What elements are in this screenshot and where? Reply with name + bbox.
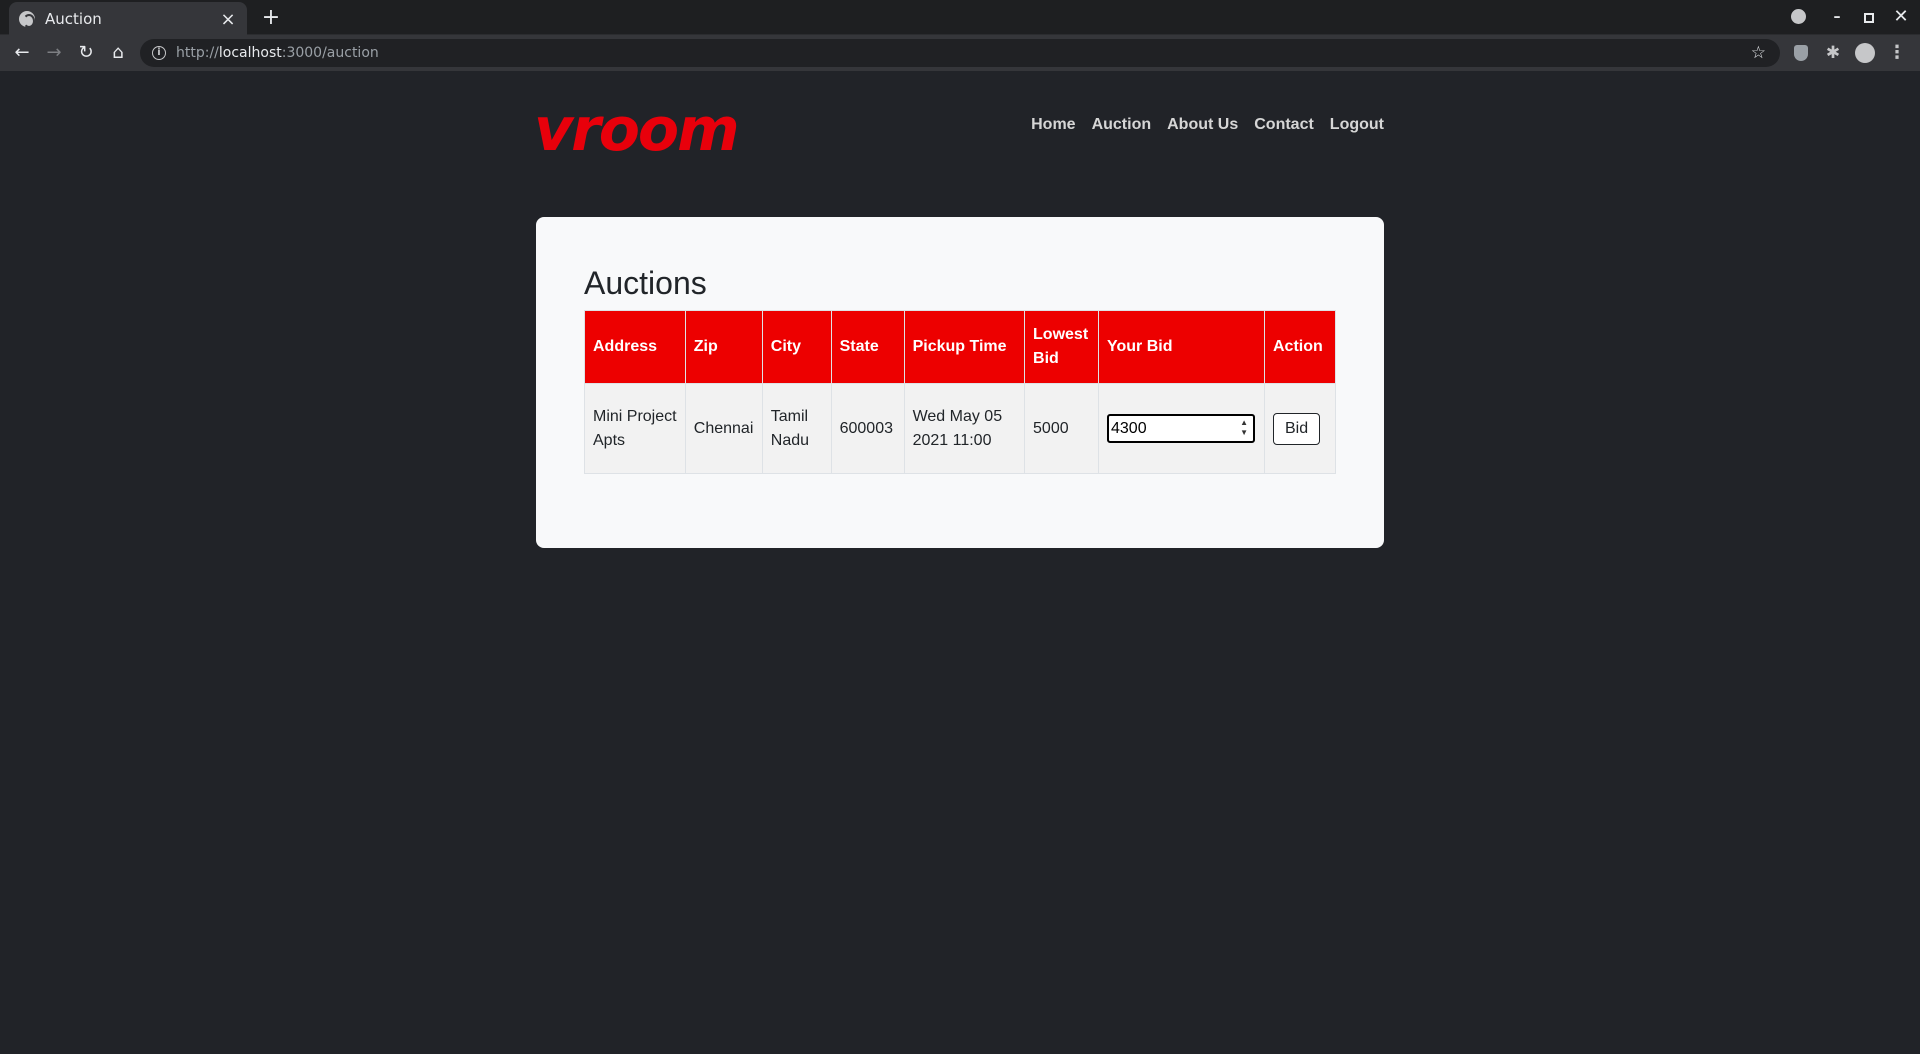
url-host: localhost [218,45,282,61]
bid-amount-value: 4300 [1111,419,1147,437]
nav-link-logout[interactable]: Logout [1330,116,1384,134]
column-header-pickup-time: Pickup Time [903,310,1026,384]
cell-your-bid: 4300 ▲ ▼ [1098,383,1265,474]
window-close-icon[interactable]: ✕ [1889,6,1913,28]
nav-link-home[interactable]: Home [1031,116,1075,134]
table-header-row: Address Zip City State Pickup Time Lowes… [584,310,1337,384]
number-spinner-icon[interactable]: ▲ ▼ [1240,418,1248,438]
nav-link-auction[interactable]: Auction [1092,116,1152,134]
url-path: :3000/auction [281,45,379,61]
home-icon[interactable]: ⌂ [106,41,130,65]
cell-address: Mini Project Apts [584,383,686,474]
browser-toolbar: ← → ↻ ⌂ i http:// localhost :3000/auctio… [0,35,1920,71]
cell-action: Bid [1263,383,1337,474]
tab-title: Auction [45,10,102,28]
bookmark-star-icon[interactable]: ☆ [1751,43,1766,63]
cell-pickup-time: Wed May 05 2021 11:00 [903,383,1026,474]
table-row: Mini Project Apts Chennai Tamil Nadu 600… [584,383,1337,474]
column-header-state: State [830,310,905,384]
browser-tab[interactable]: Auction × [9,2,247,36]
column-header-city: City [761,310,832,384]
extensions-puzzle-icon[interactable]: ✱ [1822,42,1844,64]
tab-search-icon[interactable] [1786,6,1810,28]
bid-button[interactable]: Bid [1272,412,1321,445]
reload-icon[interactable]: ↻ [74,41,98,65]
main-nav: Home Auction About Us Contact Logout [1031,116,1384,134]
cell-zip: Chennai [684,383,763,474]
profile-avatar-icon[interactable] [1854,42,1876,64]
column-header-your-bid: Your Bid [1098,310,1265,384]
vroom-logo[interactable]: vroom [534,100,740,160]
column-header-zip: Zip [684,310,763,384]
kebab-menu-icon[interactable]: ⋮ [1886,42,1908,64]
page-content: vroom Home Auction About Us Contact Logo… [0,72,1920,1054]
nav-link-contact[interactable]: Contact [1254,116,1314,134]
url-scheme: http:// [176,45,219,61]
globe-icon [19,11,35,28]
cell-lowest-bid: 5000 [1024,383,1099,474]
info-icon[interactable]: i [152,46,166,60]
column-header-action: Action [1263,310,1337,384]
restore-icon[interactable] [1857,6,1881,28]
tab-close-icon[interactable]: × [219,9,237,30]
cell-state: 600003 [830,383,905,474]
new-tab-button[interactable]: + [259,5,283,30]
back-arrow-icon[interactable]: ← [10,41,34,65]
auctions-table: Address Zip City State Pickup Time Lowes… [584,310,1337,474]
browser-tab-bar: Auction × + – ✕ [0,0,1920,36]
cell-city: Tamil Nadu [761,383,832,474]
column-header-lowest-bid: Lowest Bid [1024,310,1099,384]
column-header-address: Address [584,310,686,384]
address-bar[interactable]: i http:// localhost :3000/auction ☆ [140,39,1780,67]
nav-link-about-us[interactable]: About Us [1167,116,1238,134]
forward-arrow-icon[interactable]: → [42,41,66,65]
auctions-card: Auctions Address Zip City State Pickup T… [536,217,1384,548]
page-title: Auctions [584,265,707,301]
minimize-icon[interactable]: – [1825,6,1849,28]
bid-amount-input[interactable]: 4300 ▲ ▼ [1107,414,1255,443]
ublock-extension-icon[interactable] [1790,42,1812,64]
